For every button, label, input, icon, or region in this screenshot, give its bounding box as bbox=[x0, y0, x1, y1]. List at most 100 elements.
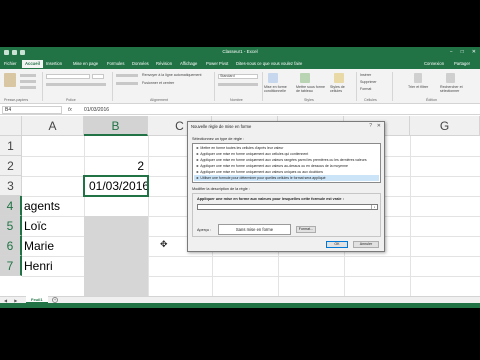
ribbon-separator bbox=[356, 72, 357, 101]
tab-mise-en-page[interactable]: Mise en page bbox=[73, 61, 98, 66]
tab-donnees[interactable]: Données bbox=[132, 61, 149, 66]
font-name-box[interactable] bbox=[46, 74, 90, 79]
sign-in-link[interactable]: Connexion bbox=[424, 61, 444, 66]
tab-fichier[interactable]: Fichier bbox=[4, 61, 17, 66]
rule-type-list[interactable]: ► Mettre en forme toutes les cellules d'… bbox=[192, 143, 381, 183]
conditional-format-button[interactable]: Mise en forme conditionnelle bbox=[264, 85, 294, 93]
group-font-label: Police bbox=[66, 98, 76, 102]
row-header-3[interactable]: 3 bbox=[0, 176, 22, 196]
share-button[interactable]: Partager bbox=[454, 61, 470, 66]
tab-formules[interactable]: Formules bbox=[107, 61, 124, 66]
ribbon-separator bbox=[214, 72, 215, 101]
format-preview: Sans mise en forme bbox=[218, 224, 291, 235]
wrap-text-button[interactable]: Renvoyer à la ligne automatiquement bbox=[142, 73, 202, 77]
group-clipboard-label: Presse-papiers bbox=[4, 98, 29, 102]
merge-center-button[interactable]: Fusionner et centrer bbox=[142, 81, 174, 85]
row-header-2[interactable]: 2 bbox=[0, 156, 22, 176]
find-select-button[interactable]: Rechercher et sélectionner bbox=[440, 85, 476, 93]
edit-rule-label: Modifier la description de la règle : bbox=[192, 187, 250, 191]
name-box[interactable]: B4 bbox=[2, 106, 62, 114]
ribbon: Presse-papiers Police Renvoyer à la lign… bbox=[0, 69, 480, 104]
tab-affichage[interactable]: Affichage bbox=[180, 61, 197, 66]
tab-power-pivot[interactable]: Power Pivot bbox=[206, 61, 228, 66]
conditional-format-icon[interactable] bbox=[268, 73, 278, 83]
group-editing-label: Édition bbox=[426, 98, 437, 102]
tell-me-box[interactable]: Dites-nous ce que vous voulez faire bbox=[236, 61, 302, 66]
cancel-button[interactable]: Annuler bbox=[353, 241, 379, 248]
cell-a7[interactable]: Henri bbox=[24, 256, 82, 276]
tab-accueil[interactable]: Accueil bbox=[22, 60, 43, 68]
close-window-button[interactable]: ✕ bbox=[472, 49, 476, 55]
sheet-tab-feuil1[interactable]: Feuil1 bbox=[26, 296, 48, 303]
fx-icon[interactable]: fx bbox=[68, 107, 72, 113]
sort-filter-icon[interactable] bbox=[414, 73, 422, 83]
select-all-corner[interactable] bbox=[0, 116, 22, 136]
cell-a6[interactable]: Marie bbox=[24, 236, 82, 256]
rule-type-item-selected[interactable]: ► Utiliser une formule pour déterminer p… bbox=[194, 175, 379, 181]
range-selector-icon[interactable]: ▪ bbox=[371, 205, 377, 209]
cell-b3[interactable]: 2 bbox=[84, 156, 144, 176]
rule-description-box: Appliquer une mise en forme aux valeurs … bbox=[192, 193, 381, 237]
window-controls: − □ ✕ bbox=[450, 49, 476, 55]
insert-cells-button[interactable]: Insérer bbox=[360, 73, 371, 77]
cell-styles-icon[interactable] bbox=[334, 73, 344, 83]
formula-input[interactable]: 01/03/2016 bbox=[84, 107, 109, 113]
tab-insertion[interactable]: Insertion bbox=[46, 61, 62, 66]
formula-bar: B4 fx 01/03/2016 bbox=[0, 105, 480, 115]
row-header-7[interactable]: 7 bbox=[0, 256, 22, 276]
window-title: Classeur1 - Excel bbox=[222, 49, 258, 54]
ok-button[interactable]: OK bbox=[326, 241, 348, 248]
ribbon-tabs: Fichier Accueil Insertion Mise en page F… bbox=[0, 59, 480, 69]
format-button[interactable]: Format... bbox=[296, 226, 316, 233]
tab-revision[interactable]: Révision bbox=[156, 61, 172, 66]
column-header-a[interactable]: A bbox=[22, 116, 84, 136]
row-header-6[interactable]: 6 bbox=[0, 236, 22, 256]
cell-a4[interactable]: agents bbox=[24, 196, 82, 216]
help-icon[interactable]: ? bbox=[369, 123, 372, 129]
cut-icon[interactable] bbox=[20, 74, 36, 77]
rule-formula-input[interactable]: ▪ bbox=[197, 204, 378, 210]
align-horizontal-buttons[interactable] bbox=[116, 82, 138, 85]
selected-cell-b5[interactable] bbox=[88, 216, 148, 236]
cell-a5[interactable]: Loïc bbox=[24, 216, 82, 236]
ribbon-separator bbox=[42, 72, 43, 101]
active-cell-b4[interactable]: 01/03/2016 bbox=[83, 175, 149, 197]
number-format-buttons[interactable] bbox=[218, 83, 258, 86]
font-style-buttons[interactable] bbox=[46, 83, 106, 86]
format-as-table-icon[interactable] bbox=[300, 73, 310, 83]
format-as-table-button[interactable]: Mettre sous forme de tableau bbox=[296, 85, 328, 93]
row-header-4[interactable]: 4 bbox=[0, 196, 22, 216]
font-size-box[interactable] bbox=[92, 74, 104, 79]
ribbon-separator bbox=[392, 72, 393, 101]
cell-styles-button[interactable]: Styles de cellules bbox=[330, 85, 350, 93]
group-alignment-label: Alignement bbox=[150, 98, 168, 102]
group-styles-label: Styles bbox=[304, 98, 314, 102]
delete-cells-button[interactable]: Supprimer bbox=[360, 80, 377, 84]
dialog-title: Nouvelle règle de mise en forme bbox=[191, 124, 252, 129]
mouse-pointer-icon: ✥ bbox=[160, 239, 168, 249]
select-rule-type-label: Sélectionnez un type de règle : bbox=[192, 137, 245, 141]
ribbon-separator bbox=[112, 72, 113, 101]
paste-icon[interactable] bbox=[4, 73, 16, 87]
close-icon[interactable]: ✕ bbox=[377, 123, 381, 129]
align-top-buttons[interactable] bbox=[116, 74, 138, 77]
restore-button[interactable]: □ bbox=[461, 49, 464, 55]
formula-label: Appliquer une mise en forme aux valeurs … bbox=[197, 197, 344, 201]
status-bar bbox=[0, 303, 480, 308]
row-header-1[interactable]: 1 bbox=[0, 136, 22, 156]
minimize-button[interactable]: − bbox=[450, 49, 453, 55]
sort-filter-button[interactable]: Trier et filtrer bbox=[408, 85, 428, 89]
format-cells-button[interactable]: Format bbox=[360, 87, 371, 91]
title-bar: Classeur1 - Excel − □ ✕ bbox=[0, 47, 480, 59]
new-formatting-rule-dialog: Nouvelle règle de mise en forme ? ✕ Séle… bbox=[187, 121, 385, 252]
ribbon-separator bbox=[262, 72, 263, 101]
preview-label: Aperçu : bbox=[197, 228, 212, 232]
row-header-5[interactable]: 5 bbox=[0, 216, 22, 236]
column-header-g[interactable]: G bbox=[410, 116, 480, 136]
format-painter-icon[interactable] bbox=[20, 86, 36, 89]
column-header-b[interactable]: B bbox=[84, 116, 148, 136]
copy-icon[interactable] bbox=[20, 80, 36, 83]
group-number-label: Nombre bbox=[230, 98, 243, 102]
video-frame: Classeur1 - Excel − □ ✕ Fichier Accueil … bbox=[0, 0, 480, 360]
find-select-icon[interactable] bbox=[446, 73, 455, 83]
